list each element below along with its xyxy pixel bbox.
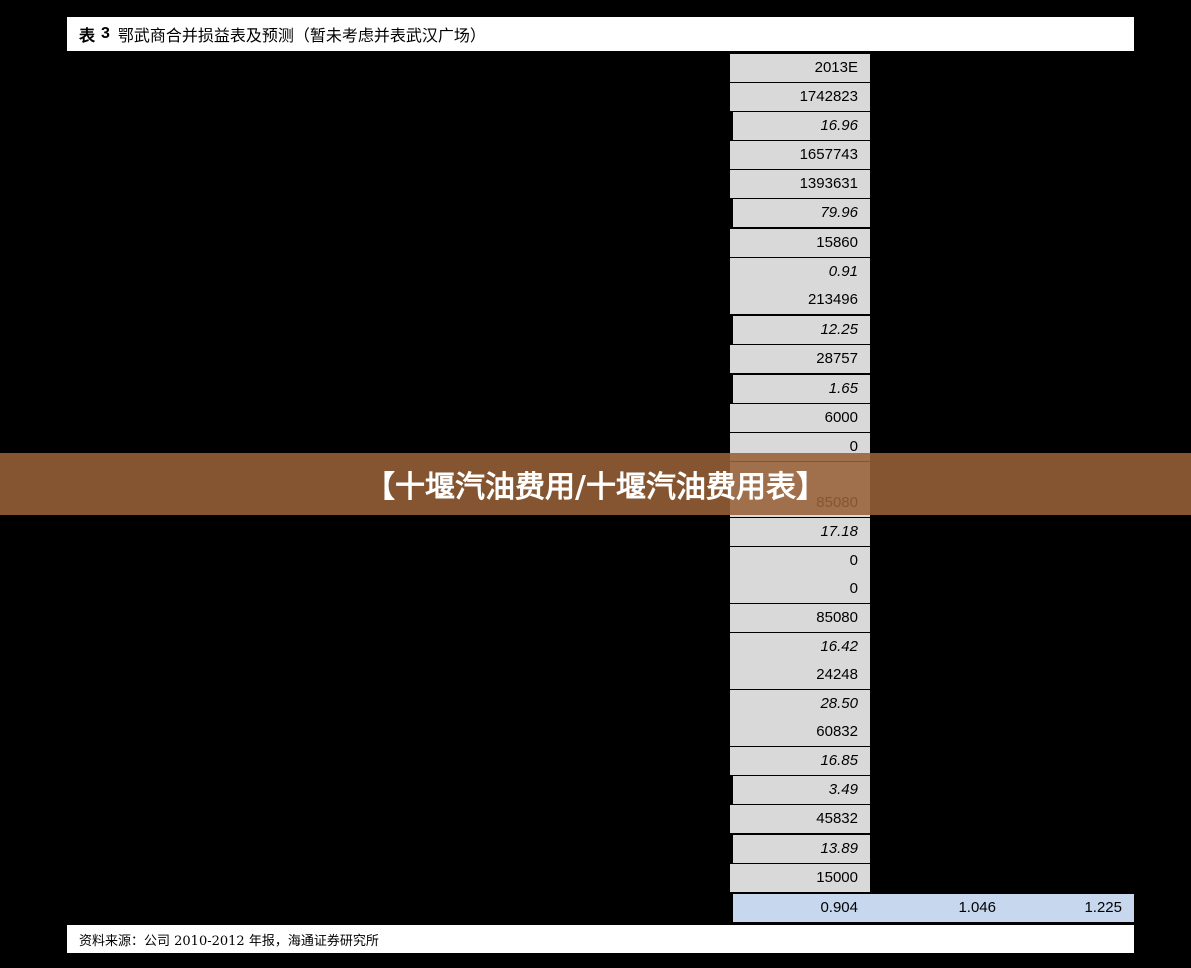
overlay-title: 【十堰汽油费用/十堰汽油费用表】 bbox=[365, 470, 826, 505]
column-cell: 17.18 bbox=[730, 518, 870, 546]
title-text: 鄂武商合并损益表及预测（暂未考虑并表武汉广场） bbox=[117, 26, 486, 45]
column-cell: 24248 bbox=[730, 661, 870, 689]
column-cell: 45832 bbox=[730, 805, 870, 833]
column-cell: 1.65 bbox=[733, 375, 870, 403]
column-cell: 28.50 bbox=[730, 690, 870, 718]
column-cell: 6000 bbox=[730, 404, 870, 432]
highlight-row: 0.904 1.046 1.225 bbox=[733, 894, 1134, 922]
column-cell: 1393631 bbox=[730, 170, 870, 198]
column-cell: 12.25 bbox=[733, 316, 870, 344]
table-number: 3 bbox=[101, 25, 110, 42]
column-cell: 0.91 bbox=[730, 258, 870, 286]
column-cell: 85080 bbox=[730, 604, 870, 632]
column-cell: 79.96 bbox=[733, 199, 870, 227]
highlight-cell-2: 1.046 bbox=[958, 899, 996, 916]
source-note: 资料来源：公司 2010-2012 年报，海通证券研究所 bbox=[67, 925, 1134, 953]
column-cell: 213496 bbox=[730, 286, 870, 314]
highlight-cell-1: 0.904 bbox=[820, 899, 858, 916]
column-cell: 16.42 bbox=[730, 633, 870, 661]
column-cell: 0 bbox=[730, 547, 870, 575]
highlight-cell-3: 1.225 bbox=[1084, 899, 1122, 916]
column-cell: 13.89 bbox=[733, 835, 870, 863]
column-cell: 60832 bbox=[730, 718, 870, 746]
column-cell: 1742823 bbox=[730, 83, 870, 111]
column-cell: 0 bbox=[730, 575, 870, 603]
column-cell: 1657743 bbox=[730, 141, 870, 169]
column-cell: 3.49 bbox=[733, 776, 870, 804]
table-title: 表 3 鄂武商合并损益表及预测（暂未考虑并表武汉广场） bbox=[67, 17, 1134, 51]
overlay-banner: 【十堰汽油费用/十堰汽油费用表】 bbox=[0, 453, 1191, 515]
column-cell: 28757 bbox=[730, 345, 870, 373]
column-cell: 16.96 bbox=[733, 112, 870, 140]
column-cell: 2013E bbox=[730, 54, 870, 82]
column-cell: 16.85 bbox=[730, 747, 870, 775]
column-cell: 15000 bbox=[730, 864, 870, 892]
title-prefix: 表 bbox=[79, 26, 96, 45]
column-cell: 15860 bbox=[730, 229, 870, 257]
